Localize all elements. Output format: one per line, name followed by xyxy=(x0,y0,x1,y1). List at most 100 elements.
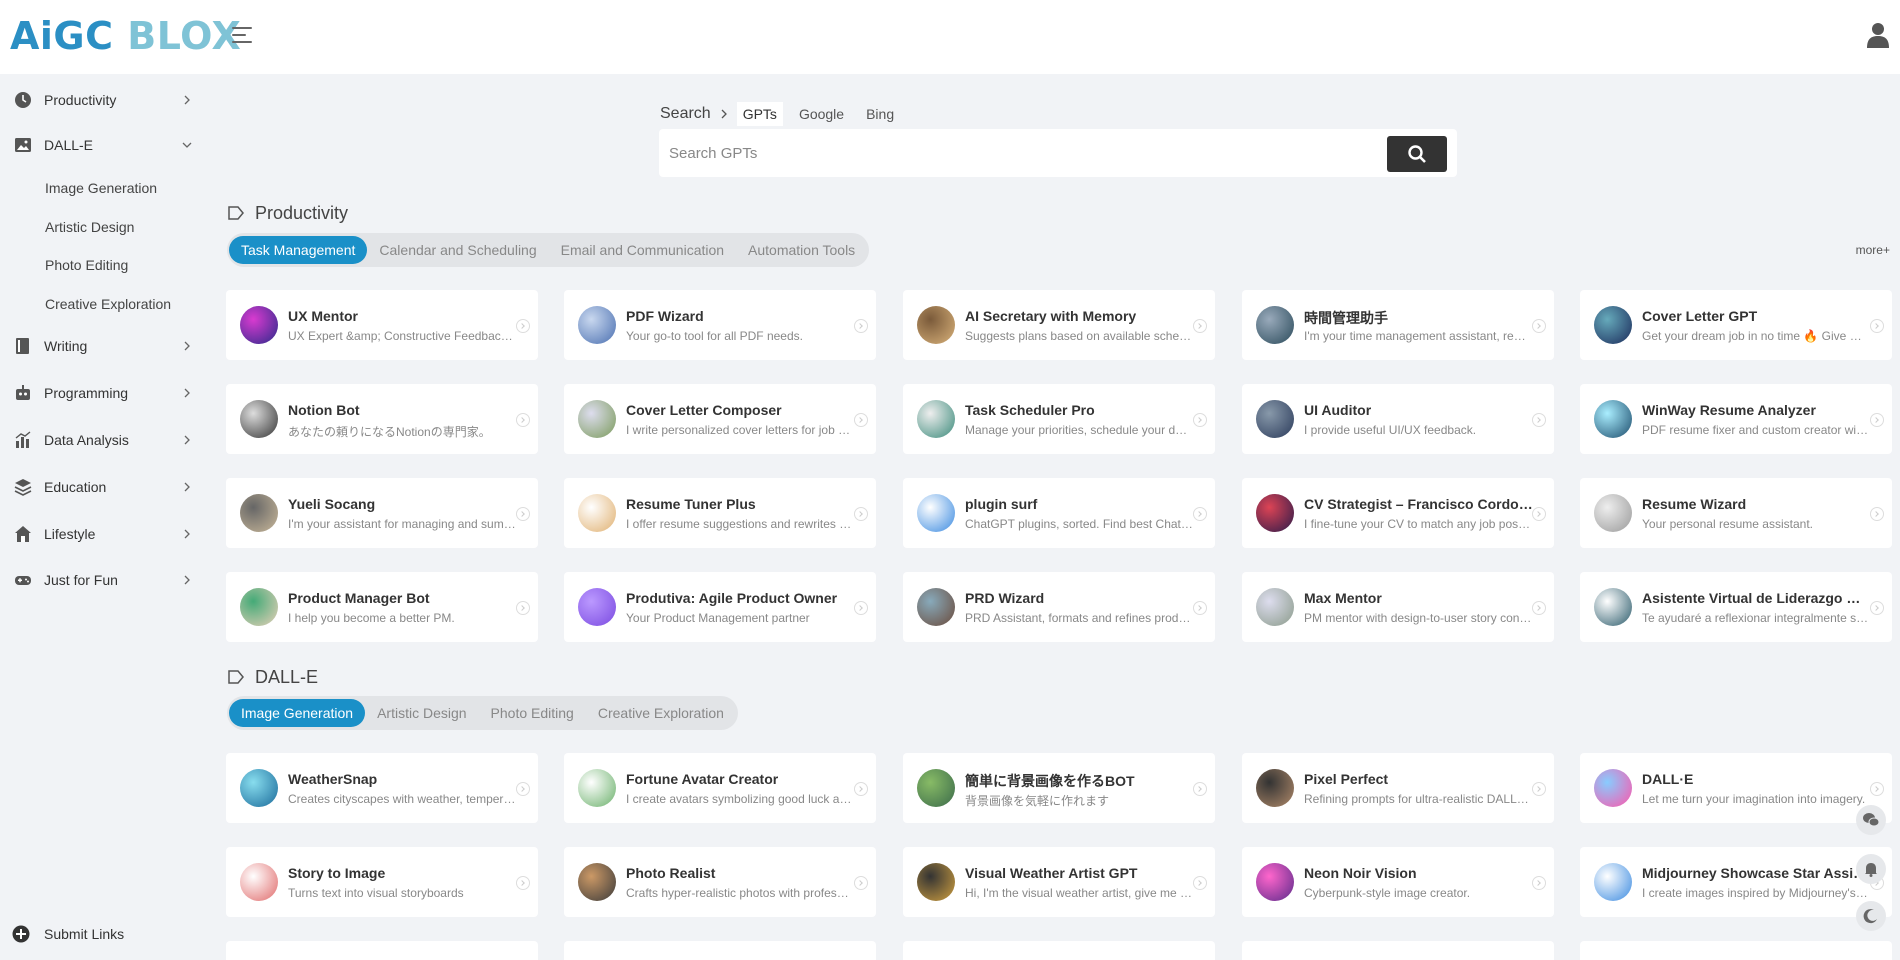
tab-task-management[interactable]: Task Management xyxy=(229,236,368,264)
arrow-right-circle-icon[interactable] xyxy=(516,507,530,521)
gpt-card[interactable]: Pixel Perfect Refining prompts for ultra-… xyxy=(1242,753,1554,823)
arrow-right-circle-icon[interactable] xyxy=(1532,876,1546,890)
gpt-card-partial[interactable] xyxy=(903,941,1215,960)
arrow-right-circle-icon[interactable] xyxy=(1193,507,1207,521)
sidebar-item-programming[interactable]: Programming xyxy=(0,375,212,411)
arrow-right-circle-icon[interactable] xyxy=(1193,413,1207,427)
sidebar-item-productivity[interactable]: Productivity xyxy=(0,82,212,118)
search-input[interactable] xyxy=(669,137,1369,169)
gpt-card[interactable]: CV Strategist – Francisco Cordoba I fine-… xyxy=(1242,478,1554,548)
arrow-right-circle-icon[interactable] xyxy=(516,876,530,890)
tab-photo-editing[interactable]: Photo Editing xyxy=(479,699,586,727)
arrow-right-circle-icon[interactable] xyxy=(854,782,868,796)
arrow-right-circle-icon[interactable] xyxy=(516,782,530,796)
gpt-card[interactable]: UI Auditor I provide useful UI/UX feedbac… xyxy=(1242,384,1554,454)
gpt-card-partial[interactable] xyxy=(226,941,538,960)
gpt-card[interactable]: Resume Wizard Your personal resume assist… xyxy=(1580,478,1892,548)
gpt-card[interactable]: Resume Tuner Plus I offer resume suggesti… xyxy=(564,478,876,548)
arrow-right-circle-icon[interactable] xyxy=(1870,601,1884,615)
gpt-card[interactable]: Visual Weather Artist GPT Hi, I'm the vis… xyxy=(903,847,1215,917)
arrow-right-circle-icon[interactable] xyxy=(516,413,530,427)
search-tab-gpts[interactable]: GPTs xyxy=(736,102,783,126)
wechat-button[interactable] xyxy=(1856,805,1886,835)
arrow-right-circle-icon[interactable] xyxy=(1532,413,1546,427)
gpt-card[interactable]: Notion Bot あなたの頼りになるNotionの専門家。 xyxy=(226,384,538,454)
tab-automation-tools[interactable]: Automation Tools xyxy=(736,236,867,264)
gpt-card[interactable]: Product Manager Bot I help you become a b… xyxy=(226,572,538,642)
sidebar-item-just-for-fun[interactable]: Just for Fun xyxy=(0,562,212,598)
gpt-card[interactable]: PRD Wizard PRD Assistant, formats and ref… xyxy=(903,572,1215,642)
tab-creative-exploration[interactable]: Creative Exploration xyxy=(586,699,736,727)
gpt-card[interactable]: AI Secretary with Memory Suggests plans b… xyxy=(903,290,1215,360)
arrow-right-circle-icon[interactable] xyxy=(1870,319,1884,333)
gpt-card[interactable]: DALL·E Let me turn your imagination into … xyxy=(1580,753,1892,823)
sidebar-item-data-analysis[interactable]: Data Analysis xyxy=(0,422,212,458)
gpt-card-partial[interactable] xyxy=(1580,941,1892,960)
sidebar-item-dall-e[interactable]: DALL-E xyxy=(0,127,212,163)
gpt-card-partial[interactable] xyxy=(1242,941,1554,960)
arrow-right-circle-icon[interactable] xyxy=(854,413,868,427)
gpt-card[interactable]: Yueli Socang I'm your assistant for manag… xyxy=(226,478,538,548)
arrow-right-circle-icon[interactable] xyxy=(1532,319,1546,333)
gpt-card-partial[interactable] xyxy=(564,941,876,960)
gpt-card[interactable]: Neon Noir Vision Cyberpunk-style image cr… xyxy=(1242,847,1554,917)
gpt-card[interactable]: Asistente Virtual de Liderazgo Mentor Te … xyxy=(1580,572,1892,642)
arrow-right-circle-icon[interactable] xyxy=(516,601,530,615)
sidebar-item-education[interactable]: Education xyxy=(0,469,212,505)
sidebar-item-lifestyle[interactable]: Lifestyle xyxy=(0,516,212,552)
sidebar-subitem-creative-exploration[interactable]: Creative Exploration xyxy=(45,291,171,317)
arrow-right-circle-icon[interactable] xyxy=(1870,507,1884,521)
more-link[interactable]: more+ xyxy=(1856,243,1890,257)
gpt-card[interactable]: plugin surf ChatGPT plugins, sorted. Find… xyxy=(903,478,1215,548)
sidebar-subitem-image-generation[interactable]: Image Generation xyxy=(45,175,157,201)
arrow-right-circle-icon[interactable] xyxy=(1193,601,1207,615)
submit-links-label: Submit Links xyxy=(44,926,125,942)
arrow-right-circle-icon[interactable] xyxy=(854,319,868,333)
arrow-right-circle-icon[interactable] xyxy=(1193,782,1207,796)
arrow-right-circle-icon[interactable] xyxy=(854,876,868,890)
tab-email-and-communication[interactable]: Email and Communication xyxy=(549,236,736,264)
gpt-card[interactable]: 時間管理助手 I'm your time management assistant… xyxy=(1242,290,1554,360)
gpt-card-title: Neon Noir Vision xyxy=(1304,865,1417,881)
gpt-card[interactable]: Task Scheduler Pro Manage your priorities… xyxy=(903,384,1215,454)
sidebar-item-writing[interactable]: Writing xyxy=(0,328,212,364)
arrow-right-circle-icon[interactable] xyxy=(854,601,868,615)
arrow-right-circle-icon[interactable] xyxy=(1870,782,1884,796)
search-tab-bing[interactable]: Bing xyxy=(860,102,900,126)
user-icon[interactable] xyxy=(1866,22,1890,48)
gpt-card[interactable]: Midjourney Showcase Star Assistant I crea… xyxy=(1580,847,1892,917)
gpt-card[interactable]: Story to Image Turns text into visual sto… xyxy=(226,847,538,917)
arrow-right-circle-icon[interactable] xyxy=(516,319,530,333)
gpt-card[interactable]: PDF Wizard Your go-to tool for all PDF ne… xyxy=(564,290,876,360)
arrow-right-circle-icon[interactable] xyxy=(1532,507,1546,521)
gpt-card[interactable]: WinWay Resume Analyzer PDF resume fixer a… xyxy=(1580,384,1892,454)
arrow-right-circle-icon[interactable] xyxy=(854,507,868,521)
sidebar-subitem-artistic-design[interactable]: Artistic Design xyxy=(45,214,134,240)
search-tab-google[interactable]: Google xyxy=(793,102,850,126)
search-button[interactable] xyxy=(1387,136,1447,172)
tab-image-generation[interactable]: Image Generation xyxy=(229,699,366,727)
gpt-card[interactable]: UX Mentor UX Expert &amp; Constructive Fe… xyxy=(226,290,538,360)
menu-toggle-button[interactable] xyxy=(232,27,254,49)
gpt-card[interactable]: Cover Letter GPT Get your dream job in no… xyxy=(1580,290,1892,360)
arrow-right-circle-icon[interactable] xyxy=(1532,782,1546,796)
arrow-right-circle-icon[interactable] xyxy=(1870,413,1884,427)
arrow-right-circle-icon[interactable] xyxy=(1532,601,1546,615)
tab-calendar-and-scheduling[interactable]: Calendar and Scheduling xyxy=(367,236,548,264)
notification-button[interactable] xyxy=(1856,854,1886,884)
gpt-card[interactable]: Fortune Avatar Creator I create avatars s… xyxy=(564,753,876,823)
tab-artistic-design[interactable]: Artistic Design xyxy=(365,699,478,727)
gpt-card[interactable]: Max Mentor PM mentor with design-to-user … xyxy=(1242,572,1554,642)
dark-mode-toggle[interactable] xyxy=(1856,901,1886,931)
arrow-right-circle-icon[interactable] xyxy=(1193,319,1207,333)
arrow-right-circle-icon[interactable] xyxy=(1193,876,1207,890)
gpt-card[interactable]: 簡単に背景画像を作るBOT 背景画像を気軽に作れます xyxy=(903,753,1215,823)
sidebar-subitem-photo-editing[interactable]: Photo Editing xyxy=(45,252,128,278)
gpt-avatar xyxy=(240,494,278,532)
submit-links-link[interactable]: Submit Links xyxy=(12,924,124,944)
gpt-card[interactable]: Photo Realist Crafts hyper-realistic phot… xyxy=(564,847,876,917)
gpt-card[interactable]: WeatherSnap Creates cityscapes with weath… xyxy=(226,753,538,823)
gpt-card[interactable]: Produtiva: Agile Product Owner Your Produ… xyxy=(564,572,876,642)
gpt-card[interactable]: Cover Letter Composer I write personalize… xyxy=(564,384,876,454)
site-logo[interactable]: AiGC BLOX xyxy=(10,14,241,58)
